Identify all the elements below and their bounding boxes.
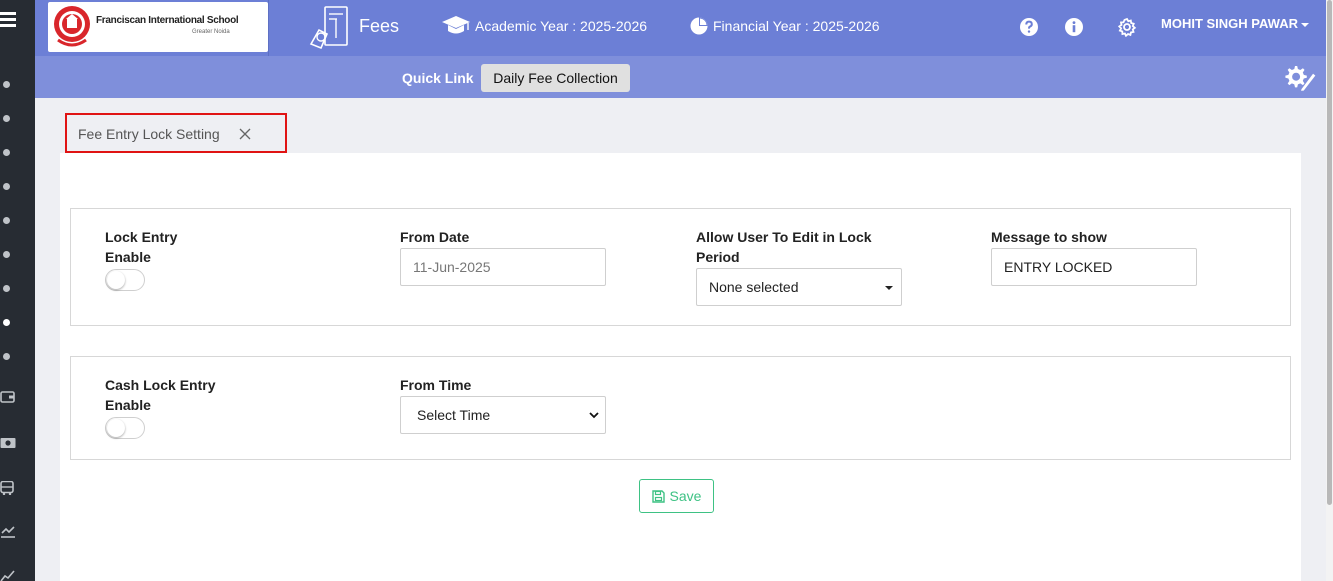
sidebar-item-9[interactable] bbox=[3, 353, 10, 360]
chart-icon[interactable] bbox=[0, 568, 16, 581]
cash-lock-label-line2: Enable bbox=[105, 397, 151, 413]
question-circle-icon[interactable] bbox=[1019, 17, 1039, 37]
cash-lock-label: Cash Lock Entry Enable bbox=[105, 375, 215, 415]
daily-fee-collection-button[interactable]: Daily Fee Collection bbox=[481, 64, 630, 92]
financial-year-label: Financial Year : 2025-2026 bbox=[713, 18, 880, 34]
page-scrollbar[interactable] bbox=[1326, 0, 1333, 581]
cash-lock-label-line1: Cash Lock Entry bbox=[105, 377, 216, 393]
cash-lock-toggle[interactable] bbox=[105, 417, 145, 439]
from-time-selected-value: Select Time bbox=[417, 407, 491, 423]
left-sidebar bbox=[0, 0, 35, 581]
school-name: Franciscan International School bbox=[96, 15, 239, 26]
sidebar-item-5[interactable] bbox=[3, 217, 10, 224]
module-title: Fees bbox=[359, 16, 400, 36]
allow-edit-multiselect[interactable]: None selected bbox=[696, 268, 902, 306]
school-location: Greater Noida bbox=[192, 29, 230, 35]
sidebar-item-6[interactable] bbox=[3, 251, 10, 258]
floppy-disk-icon bbox=[651, 489, 665, 503]
scrollbar-thumb[interactable] bbox=[1327, 0, 1332, 505]
chevron-down-icon bbox=[589, 412, 599, 419]
bus-icon[interactable] bbox=[0, 481, 16, 495]
academic-year[interactable]: Academic Year : 2025-2026 bbox=[441, 14, 647, 38]
user-menu[interactable]: MOHIT SINGH PAWAR bbox=[1161, 16, 1309, 31]
sidebar-item-3[interactable] bbox=[3, 149, 10, 156]
allow-edit-label-line1: Allow User To Edit in Lock bbox=[696, 229, 872, 245]
quick-link-bar: Quick Link Daily Fee Collection bbox=[35, 56, 1326, 98]
quick-link-label: Quick Link bbox=[402, 70, 474, 86]
lock-entry-label: Lock Entry Enable bbox=[105, 227, 177, 267]
graduation-cap-icon bbox=[442, 16, 470, 34]
sidebar-item-8-active[interactable] bbox=[3, 319, 10, 326]
school-logo[interactable]: Franciscan International School Greater … bbox=[48, 2, 268, 52]
from-date-label: From Date bbox=[400, 229, 470, 245]
top-header: Franciscan International School Greater … bbox=[35, 0, 1326, 56]
allow-edit-label: Allow User To Edit in Lock Period bbox=[696, 227, 872, 267]
cash-lock-section bbox=[70, 356, 1291, 460]
sidebar-item-2[interactable] bbox=[3, 115, 10, 122]
tab-fee-entry-lock-setting[interactable]: Fee Entry Lock Setting bbox=[60, 115, 268, 153]
save-button-label: Save bbox=[669, 488, 702, 504]
from-time-select[interactable]: Select Time bbox=[400, 396, 606, 434]
lock-entry-label-line2: Enable bbox=[105, 249, 151, 265]
lock-entry-toggle[interactable] bbox=[105, 269, 145, 291]
allow-edit-selected-value: None selected bbox=[709, 279, 799, 295]
close-icon[interactable] bbox=[238, 127, 252, 141]
gear-pen-icon[interactable] bbox=[1281, 64, 1317, 92]
lock-entry-label-line1: Lock Entry bbox=[105, 229, 178, 245]
sidebar-item-4[interactable] bbox=[3, 183, 10, 190]
tab-label: Fee Entry Lock Setting bbox=[78, 126, 220, 142]
fees-receipt-icon bbox=[309, 6, 348, 50]
sidebar-item-1[interactable] bbox=[3, 81, 10, 88]
sidebar-item-7[interactable] bbox=[3, 285, 10, 292]
info-circle-icon[interactable] bbox=[1064, 17, 1084, 37]
transfer-icon[interactable] bbox=[0, 525, 16, 539]
gear-icon[interactable] bbox=[1117, 17, 1137, 37]
header-divider bbox=[268, 0, 269, 56]
financial-year[interactable]: Financial Year : 2025-2026 bbox=[689, 14, 880, 38]
user-name: MOHIT SINGH PAWAR bbox=[1161, 16, 1298, 31]
wallet-icon[interactable] bbox=[0, 390, 16, 404]
message-label: Message to show bbox=[991, 229, 1107, 245]
school-crest-icon bbox=[54, 6, 90, 47]
toggle-knob bbox=[107, 419, 125, 437]
from-date-field[interactable]: 11-Jun-2025 bbox=[400, 248, 606, 286]
chevron-down-icon bbox=[1300, 22, 1309, 27]
message-field[interactable]: ENTRY LOCKED bbox=[991, 248, 1197, 286]
from-time-label: From Time bbox=[400, 377, 472, 393]
academic-year-label: Academic Year : 2025-2026 bbox=[475, 18, 648, 34]
allow-edit-label-line2: Period bbox=[696, 249, 740, 265]
pie-chart-icon bbox=[690, 17, 708, 35]
caret-down-icon bbox=[885, 286, 893, 290]
toggle-knob bbox=[107, 271, 125, 289]
save-button[interactable]: Save bbox=[639, 479, 714, 513]
money-icon[interactable] bbox=[0, 436, 16, 450]
hamburger-icon[interactable] bbox=[0, 12, 16, 28]
